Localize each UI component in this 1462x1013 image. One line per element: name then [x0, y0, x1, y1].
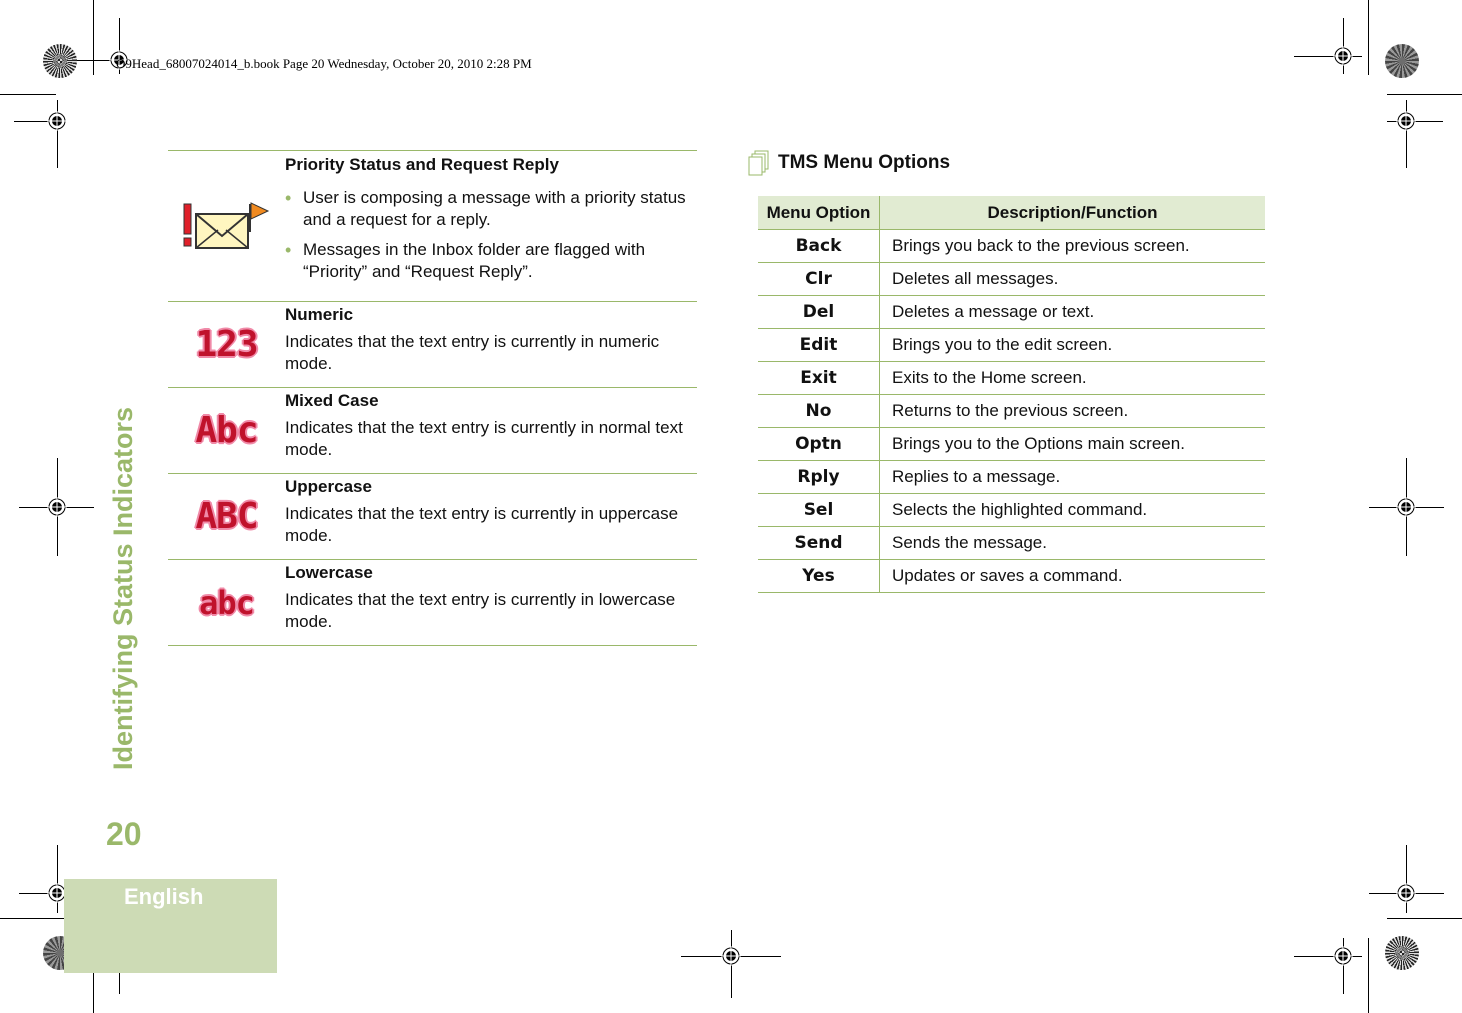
mixed-case-mode-icon: Abc	[195, 410, 258, 451]
page-number: 20	[106, 816, 142, 852]
section-side-title: Identifying Status Indicators	[108, 406, 138, 770]
starburst-mark-icon	[1385, 936, 1419, 970]
column-header: Description/Function	[879, 196, 1265, 230]
indicator-title: Lowercase	[285, 563, 373, 582]
language-label: English	[124, 884, 204, 909]
starburst-mark-icon	[43, 44, 77, 78]
registration-target-icon	[721, 946, 741, 966]
priority-request-reply-icon	[183, 202, 269, 249]
table-row: Send Sends the message.	[758, 526, 1265, 560]
menu-option-description: Brings you back to the previous screen.	[879, 229, 1265, 263]
menu-option-label: Exit	[800, 368, 837, 388]
indicator-title: Numeric	[285, 305, 354, 324]
menu-option-description: Exits to the Home screen.	[879, 361, 1265, 395]
menu-option-label: Back	[795, 236, 842, 256]
document-stack-icon	[748, 150, 769, 176]
registration-target-icon	[1396, 497, 1416, 517]
indicator-bullet: • Messages in the Inbox folder are flagg…	[285, 239, 697, 283]
tms-section-title: TMS Menu Options	[778, 152, 951, 173]
indicator-title: Mixed Case	[285, 391, 379, 410]
registration-target-icon	[1396, 111, 1416, 131]
menu-option-description: Deletes a message or text.	[879, 295, 1265, 329]
indicator-icon-cell: 123	[168, 302, 285, 387]
indicator-description: Indicates that the text entry is current…	[285, 504, 679, 545]
registration-target-icon	[47, 111, 67, 131]
table-row: No Returns to the previous screen.	[758, 394, 1265, 428]
menu-option-label: Send	[794, 533, 843, 553]
table-row: Clr Deletes all messages.	[758, 262, 1265, 296]
lowercase-mode-icon: abc	[199, 583, 255, 622]
menu-option-label: Edit	[799, 335, 838, 355]
bullet-text: User is composing a message with a prior…	[303, 188, 686, 229]
indicator-title: Priority Status and Request Reply	[285, 155, 559, 174]
menu-option-description: Brings you to the Options main screen.	[879, 427, 1265, 461]
column-header: Menu Option	[758, 196, 880, 230]
menu-option-description: Deletes all messages.	[879, 262, 1265, 296]
menu-option-label: Yes	[802, 566, 835, 586]
indicator-icon-cell: ABC	[168, 474, 285, 559]
indicator-row: Abc Mixed Case Indicates that the text e…	[168, 387, 697, 473]
registration-target-icon	[1333, 946, 1353, 966]
menu-option-description: Replies to a message.	[879, 460, 1265, 494]
menu-option-label: Sel	[803, 500, 834, 520]
indicator-icon-cell: abc	[168, 560, 285, 645]
indicator-row: 123 Numeric Indicates that the text entr…	[168, 301, 697, 387]
menu-option-description: Updates or saves a command.	[879, 559, 1265, 593]
indicator-row: ABC Uppercase Indicates that the text en…	[168, 473, 697, 559]
indicator-row: abc Lowercase Indicates that the text en…	[168, 559, 697, 646]
bullet-text: Messages in the Inbox folder are flagged…	[303, 240, 646, 281]
table-row: Sel Selects the highlighted command.	[758, 493, 1265, 527]
indicator-title: Uppercase	[285, 477, 372, 496]
menu-option-description: Sends the message.	[879, 526, 1265, 560]
registration-target-icon	[1396, 883, 1416, 903]
bullet-icon: •	[285, 240, 292, 260]
indicator-description: Indicates that the text entry is current…	[285, 332, 660, 373]
status-indicator-table: Priority Status and Request Reply • User…	[168, 150, 697, 646]
menu-option-description: Selects the highlighted command.	[879, 493, 1265, 527]
table-row: Exit Exits to the Home screen.	[758, 361, 1265, 395]
menu-option-label: Optn	[795, 434, 842, 454]
table-row: Optn Brings you to the Options main scree…	[758, 427, 1265, 461]
menu-option-label: Rply	[797, 467, 840, 487]
menu-option-description: Brings you to the edit screen.	[879, 328, 1265, 362]
table-header-row: Menu Option Description/Function	[758, 196, 1265, 230]
menu-option-description: Returns to the previous screen.	[879, 394, 1265, 428]
uppercase-mode-icon: ABC	[195, 496, 258, 537]
indicator-row: Priority Status and Request Reply • User…	[168, 150, 697, 301]
indicator-bullet: • User is composing a message with a pri…	[285, 187, 697, 231]
registration-target-icon	[1333, 46, 1353, 66]
bullet-icon: •	[285, 188, 292, 208]
tms-menu-table: Menu Option Description/Function Back Bri…	[758, 196, 1265, 593]
print-header-slug: O9Head_68007024014_b.book Page 20 Wednes…	[116, 56, 532, 71]
table-row: Back Brings you back to the previous scre…	[758, 229, 1265, 263]
registration-target-icon	[47, 497, 67, 517]
numeric-mode-icon: 123	[195, 324, 258, 365]
tms-section-heading: TMS Menu Options	[748, 150, 950, 176]
indicator-icon-cell	[168, 151, 285, 301]
starburst-mark-icon	[1385, 44, 1419, 78]
table-row: Del Deletes a message or text.	[758, 295, 1265, 329]
indicator-description: Indicates that the text entry is current…	[285, 418, 683, 459]
menu-option-label: Clr	[805, 269, 832, 289]
indicator-description: Indicates that the text entry is current…	[285, 590, 676, 631]
indicator-icon-cell: Abc	[168, 388, 285, 473]
table-row: Rply Replies to a message.	[758, 460, 1265, 494]
menu-option-label: Del	[802, 302, 835, 322]
table-row: Yes Updates or saves a command.	[758, 559, 1265, 593]
menu-option-label: No	[805, 401, 832, 421]
table-row: Edit Brings you to the edit screen.	[758, 328, 1265, 362]
